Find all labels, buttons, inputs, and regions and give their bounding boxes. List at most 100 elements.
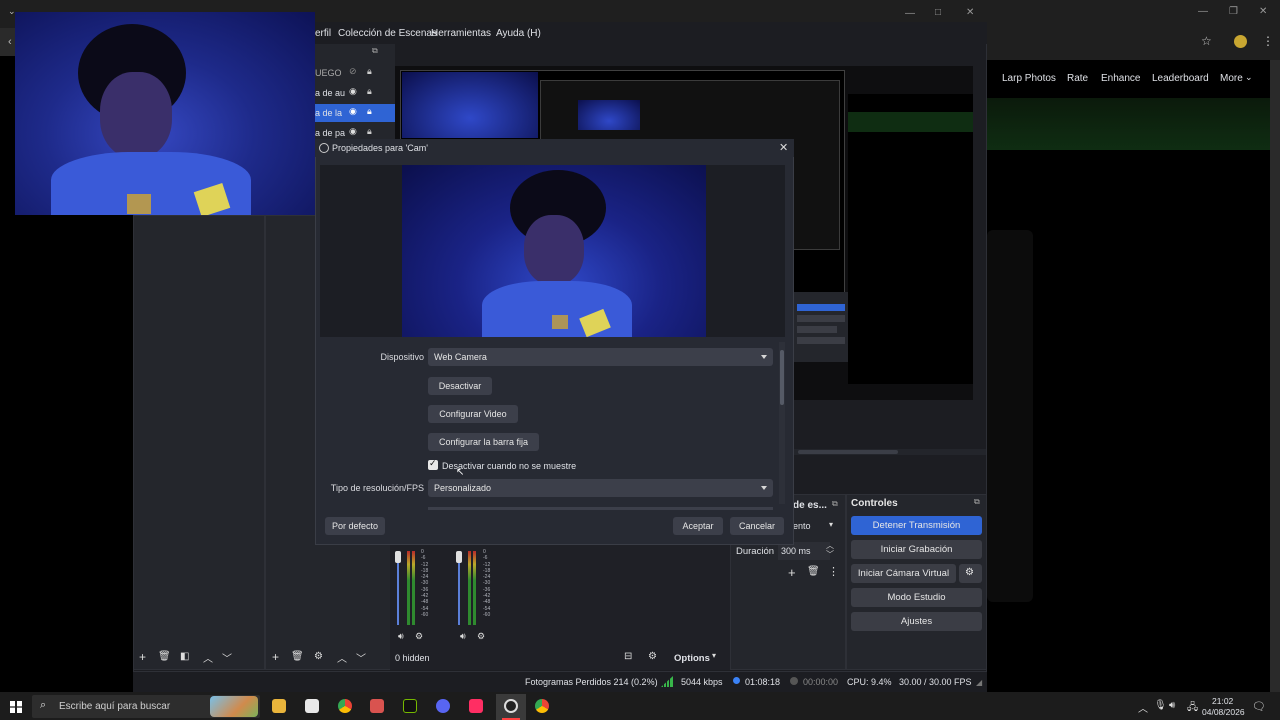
source-row[interactable]: a de au ◉ 🔒︎ <box>315 84 395 102</box>
mail-icon[interactable] <box>370 699 384 713</box>
defaults-button[interactable]: Por defecto <box>325 517 385 535</box>
preview-scroll-thumb[interactable] <box>798 450 898 454</box>
move-down-icon[interactable]: ﹀ <box>222 650 232 665</box>
source-row[interactable]: UEGO ⊘ 🔒︎ <box>315 64 395 82</box>
eye-icon[interactable]: ◉ <box>349 126 357 137</box>
restore-icon[interactable]: ❐ <box>1229 6 1238 17</box>
page-scrollbar[interactable] <box>1270 60 1280 692</box>
scenes-dock <box>133 215 265 670</box>
configure-video-button[interactable]: Configurar Video <box>428 405 518 423</box>
notifications-icon[interactable]: 🗨︎ <box>1252 700 1266 713</box>
move-up-icon[interactable]: ︿ <box>203 650 213 665</box>
close-icon[interactable]: ✕ <box>1259 6 1267 17</box>
chrome-2-icon[interactable] <box>535 699 549 713</box>
lock-icon[interactable]: 🔒︎ <box>367 66 372 77</box>
volume-track[interactable] <box>397 563 399 625</box>
resolution-select[interactable]: Personalizado <box>428 479 773 497</box>
resize-grip-icon[interactable]: ◢ <box>976 678 982 687</box>
nav-leaderboard[interactable]: Leaderboard <box>1152 73 1209 84</box>
dock-popout-icon[interactable]: ⧉ <box>974 497 980 507</box>
taskbar-search-box[interactable]: ⌕ Escribe aquí para buscar <box>32 695 260 718</box>
volume-track[interactable] <box>458 563 460 625</box>
obs-close-icon[interactable]: ✕ <box>966 7 974 18</box>
nav-rate[interactable]: Rate <box>1067 73 1088 84</box>
tray-date[interactable]: 04/08/2026 <box>1202 707 1245 717</box>
device-select[interactable]: Web Camera <box>428 348 773 366</box>
cancel-button[interactable]: Cancelar <box>730 517 784 535</box>
gear-icon[interactable]: ⚙ <box>415 631 423 642</box>
options-button[interactable]: Options <box>674 653 710 664</box>
network-icon[interactable]: 🖧 <box>1187 700 1198 717</box>
tray-time[interactable]: 21:02 <box>1212 696 1233 706</box>
obs-minimize-icon[interactable]: — <box>905 8 915 19</box>
volume-slider-handle[interactable] <box>456 551 462 563</box>
remove-scene-icon[interactable]: 🗑︎ <box>158 651 171 662</box>
spin-down-icon[interactable]: ﹀ <box>826 549 834 560</box>
add-source-icon[interactable]: + <box>272 650 279 664</box>
volume-slider-handle[interactable] <box>395 551 401 563</box>
move-up-icon[interactable]: ︿ <box>337 650 347 665</box>
profile-avatar[interactable] <box>1234 35 1247 48</box>
add-transition-icon[interactable]: + <box>788 565 796 580</box>
mixer-layout-icon[interactable]: ⊟ <box>624 651 632 662</box>
nav-enhance[interactable]: Enhance <box>1101 73 1140 84</box>
more-options-icon[interactable]: ⋮ <box>828 565 839 578</box>
webcam-overlay <box>15 12 315 215</box>
dialog-scroll-thumb[interactable] <box>780 350 784 405</box>
eye-icon[interactable]: ◉ <box>349 86 357 97</box>
obs-maximize-icon[interactable]: □ <box>935 7 941 18</box>
dialog-close-icon[interactable]: ✕ <box>779 141 788 154</box>
eye-icon[interactable]: ◉ <box>349 106 357 117</box>
tiktok-icon[interactable] <box>469 699 483 713</box>
lock-icon[interactable]: 🔒︎ <box>367 86 372 97</box>
preview-scroll-track[interactable] <box>794 449 986 455</box>
move-down-icon[interactable]: ﹀ <box>356 650 366 665</box>
tray-chevron-up-icon[interactable]: ︿ <box>1138 700 1148 715</box>
add-scene-icon[interactable]: + <box>139 650 146 664</box>
lock-icon[interactable]: 🔒︎ <box>367 106 372 117</box>
studio-mode-button[interactable]: Modo Estudio <box>851 588 982 607</box>
dock-popout-icon[interactable]: ⧉ <box>372 46 378 56</box>
ok-button[interactable]: Aceptar <box>673 517 723 535</box>
transition-select[interactable]: ento ▾ <box>791 518 841 535</box>
gear-icon[interactable]: ⚙ <box>477 631 485 642</box>
menu-coleccion-escenas[interactable]: Colección de Escenas <box>338 28 437 39</box>
minimize-icon[interactable]: — <box>1198 6 1208 17</box>
deactivate-button[interactable]: Desactivar <box>428 377 492 395</box>
nav-more[interactable]: More <box>1220 73 1243 84</box>
scene-filter-icon[interactable]: ◧ <box>180 651 189 662</box>
obs-taskbar-active[interactable] <box>496 694 526 720</box>
speaker-icon[interactable]: 🔊︎ <box>460 631 466 642</box>
deactivate-when-hidden-checkbox[interactable]: ✓ <box>428 458 438 470</box>
source-row-selected[interactable]: a de la ◉ 🔒︎ <box>315 104 395 122</box>
hidden-eye-icon[interactable]: ⊘ <box>349 66 357 77</box>
configure-crossbar-button[interactable]: Configurar la barra fija <box>428 433 539 451</box>
settings-button[interactable]: Ajustes <box>851 612 982 631</box>
menu-herramientas[interactable]: Herramientas <box>431 28 491 39</box>
virtual-camera-settings-button[interactable]: ⚙ <box>959 564 982 583</box>
start-recording-button[interactable]: Iniciar Grabación <box>851 540 982 559</box>
microphone-icon[interactable]: 🎙︎ <box>1154 700 1167 711</box>
chevron-down-icon <box>761 355 767 359</box>
nav-larp-photos[interactable]: Larp Photos <box>1002 73 1056 84</box>
browser-back-icon[interactable]: ‹ <box>8 36 12 48</box>
chrome-menu-icon[interactable]: ⋮ <box>1262 34 1274 48</box>
speaker-icon[interactable]: 🔊︎ <box>398 631 404 642</box>
remove-transition-icon[interactable]: 🗑︎ <box>807 566 820 577</box>
start-virtual-camera-button[interactable]: Iniciar Cámara Virtual <box>851 564 956 583</box>
volume-icon[interactable]: 🔊︎ <box>1169 700 1175 711</box>
dock-popout-icon[interactable]: ⧉ <box>832 499 838 509</box>
source-properties-icon[interactable]: ⚙ <box>314 651 323 662</box>
bookmark-star-icon[interactable]: ☆ <box>1201 34 1212 48</box>
discord-icon[interactable] <box>436 699 450 713</box>
stop-streaming-button[interactable]: Detener Transmisión <box>851 516 982 535</box>
menu-perfil[interactable]: erfil <box>315 28 331 39</box>
remove-source-icon[interactable]: 🗑︎ <box>291 651 304 662</box>
menu-ayuda[interactable]: Ayuda (H) <box>496 28 541 39</box>
lock-icon[interactable]: 🔒︎ <box>367 126 372 137</box>
store-icon[interactable] <box>305 699 319 713</box>
nvidia-icon[interactable] <box>403 699 417 713</box>
chrome-icon[interactable] <box>338 699 352 713</box>
mixer-settings-icon[interactable]: ⚙ <box>648 651 657 662</box>
file-explorer-icon[interactable] <box>272 699 286 713</box>
